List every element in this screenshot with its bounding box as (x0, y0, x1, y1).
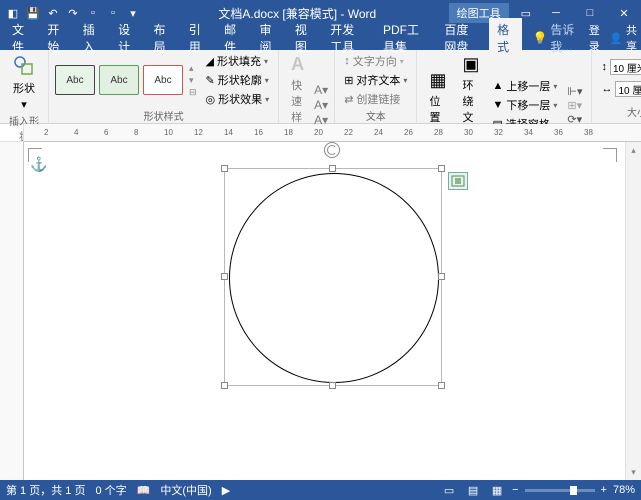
text-direction-button[interactable]: ↕文字方向▾ (341, 52, 410, 70)
resize-handle-ml[interactable] (221, 273, 228, 280)
selection-box[interactable] (224, 168, 442, 386)
workspace: ⚓ ▴ ▾ (0, 142, 641, 480)
style-preset-1[interactable]: Abc (55, 65, 95, 95)
web-layout-icon[interactable]: ▦ (488, 483, 506, 497)
style-preset-3[interactable]: Abc (143, 65, 183, 95)
height-field[interactable]: ↕▴▾ (598, 58, 641, 76)
shapes-icon (12, 54, 36, 78)
shapes-button[interactable]: 形状 ▾ (6, 52, 42, 113)
resize-handle-mr[interactable] (438, 273, 445, 280)
gallery-up-icon[interactable]: ▴ (189, 63, 197, 74)
ruler-corner (0, 124, 24, 142)
create-link-button[interactable]: ⇄创建链接 (341, 90, 410, 108)
zoom-out-button[interactable]: − (512, 484, 518, 496)
align-text-button[interactable]: ⊞对齐文本▾ (341, 71, 410, 89)
position-icon: ▦ (429, 70, 446, 91)
link-icon: ⇄ (344, 93, 353, 106)
status-right: ▭ ▤ ▦ − + 78% (440, 483, 635, 497)
shape-fill-button[interactable]: ◢形状填充▾ (203, 52, 273, 70)
wordart-icon: A (291, 54, 304, 75)
ruler-horizontal-area: 2468101214161820222426283032343638 (0, 124, 641, 142)
share-icon: 👤 (609, 32, 623, 45)
resize-handle-tm[interactable] (329, 165, 336, 172)
height-input[interactable] (610, 59, 641, 75)
text-outline-icon[interactable]: A▾ (314, 98, 328, 112)
status-bar: 第 1 页，共 1 页 0 个字 📖 中文(中国) ▶ ▭ ▤ ▦ − + 78… (0, 480, 641, 500)
direction-icon: ↕ (344, 55, 350, 67)
scroll-up-icon[interactable]: ▴ (626, 142, 641, 158)
circle-shape[interactable] (229, 173, 439, 383)
outline-icon: ✎ (206, 74, 215, 87)
bring-forward-button[interactable]: ▲上移一层▾ (489, 77, 560, 95)
page-indicator[interactable]: 第 1 页，共 1 页 (6, 482, 85, 498)
scroll-track[interactable] (626, 158, 641, 464)
spell-check-icon[interactable]: 📖 (137, 484, 151, 497)
zoom-level[interactable]: 78% (613, 484, 635, 496)
ribbon-tabs: 文件 开始 插入 设计 布局 引用 邮件 审阅 视图 开发工具 PDF工具集 百… (0, 26, 641, 50)
text-fill-icon[interactable]: A▾ (314, 83, 328, 97)
group-insert-shape: 形状 ▾ 插入形状 (0, 50, 49, 123)
gallery-down-icon[interactable]: ▾ (189, 75, 197, 86)
gallery-more-icon[interactable]: ⊟ (189, 87, 197, 98)
send-backward-button[interactable]: ▼下移一层▾ (489, 96, 560, 114)
resize-handle-tl[interactable] (221, 165, 228, 172)
language-indicator[interactable]: 中文(中国) (160, 482, 211, 498)
resize-handle-bm[interactable] (329, 382, 336, 389)
style-preset-2[interactable]: Abc (99, 65, 139, 95)
backward-icon: ▼ (492, 99, 503, 111)
anchor-icon: ⚓ (30, 156, 47, 173)
group-wordart: A 快速样式 ▾ A▾ A▾ A▾ 艺术字样式 (279, 50, 335, 123)
ruler-vertical[interactable] (0, 142, 24, 480)
ribbon: 形状 ▾ 插入形状 Abc Abc Abc ▴ ▾ ⊟ ◢形状填充▾ ✎形状轮廓… (0, 50, 641, 124)
layout-options-button[interactable] (448, 172, 468, 190)
shape-effects-button[interactable]: ◎形状效果▾ (203, 90, 273, 108)
layout-options-icon (451, 175, 465, 187)
vertical-scrollbar[interactable]: ▴ ▾ (625, 142, 641, 480)
word-count[interactable]: 0 个字 (95, 482, 126, 498)
group-arrange: ▦ 位置▾ ▣ 环绕文字▾ ▲上移一层▾ ▼下移一层▾ ▤选择窗格 ⊩▾ ⊞▾ … (417, 50, 592, 123)
wrap-icon: ▣ (462, 54, 479, 75)
rotate-handle[interactable] (324, 142, 340, 158)
fill-icon: ◢ (206, 55, 214, 68)
align-icon: ⊞ (344, 74, 353, 87)
effects-icon: ◎ (206, 93, 216, 106)
zoom-in-button[interactable]: + (601, 484, 607, 496)
print-layout-icon[interactable]: ▤ (464, 483, 482, 497)
group-shape-styles: Abc Abc Abc ▴ ▾ ⊟ ◢形状填充▾ ✎形状轮廓▾ ◎形状效果▾ 形… (49, 50, 279, 123)
group-label: 形状样式 (55, 108, 272, 125)
align-objects-icon[interactable]: ⊩▾ (567, 85, 582, 98)
forward-icon: ▲ (492, 80, 503, 92)
width-input[interactable] (615, 81, 641, 97)
zoom-thumb[interactable] (570, 486, 577, 495)
ruler-horizontal[interactable]: 2468101214161820222426283032343638 (24, 124, 641, 142)
group-size: ↕▴▾ ↔▴▾ 大小 (592, 50, 641, 123)
scroll-down-icon[interactable]: ▾ (626, 464, 641, 480)
width-field[interactable]: ↔▴▾ (598, 80, 641, 98)
macro-icon[interactable]: ▶ (222, 484, 230, 497)
height-icon: ↕ (601, 61, 607, 73)
margin-corner-tr (603, 148, 617, 162)
resize-handle-br[interactable] (438, 382, 445, 389)
shape-outline-button[interactable]: ✎形状轮廓▾ (203, 71, 273, 89)
chevron-down-icon: ▾ (21, 98, 27, 111)
group-text: ↕文字方向▾ ⊞对齐文本▾ ⇄创建链接 文本 (335, 50, 417, 123)
group-objects-icon[interactable]: ⊞▾ (567, 99, 582, 112)
zoom-slider[interactable] (525, 489, 595, 492)
document-canvas[interactable]: ⚓ (24, 142, 625, 480)
group-label: 文本 (341, 108, 410, 125)
read-mode-icon[interactable]: ▭ (440, 483, 458, 497)
width-icon: ↔ (601, 83, 612, 95)
resize-handle-tr[interactable] (438, 165, 445, 172)
group-label: 大小 (598, 104, 641, 121)
bulb-icon: 💡 (532, 31, 547, 45)
resize-handle-bl[interactable] (221, 382, 228, 389)
